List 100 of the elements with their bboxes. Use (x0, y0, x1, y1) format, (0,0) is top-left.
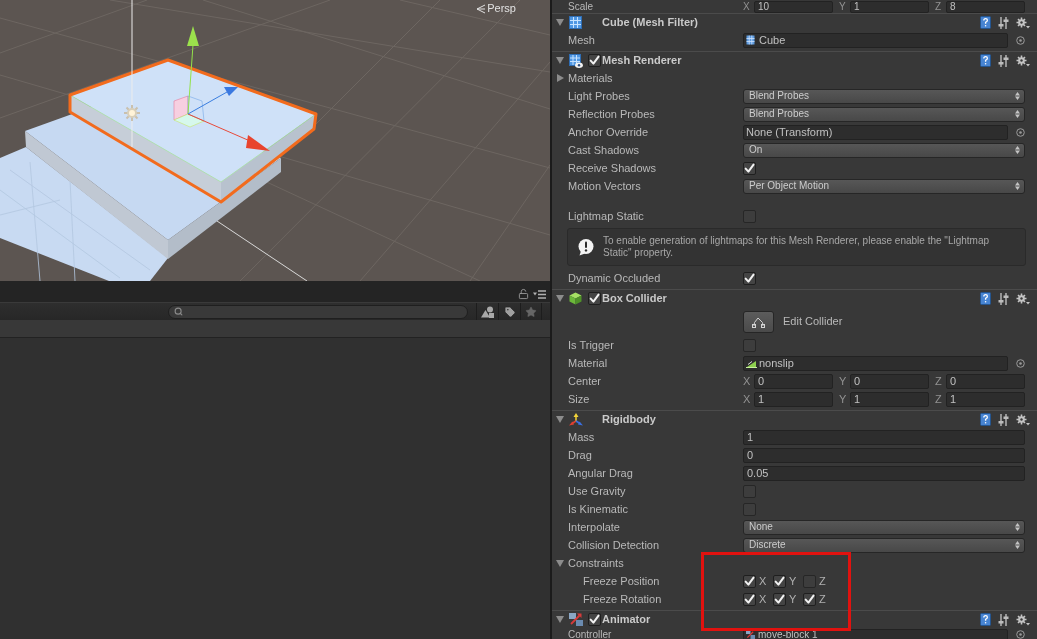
field-label: Collision Detection (568, 538, 661, 552)
plane-handle[interactable] (173, 95, 189, 121)
nodes-icon (746, 630, 755, 639)
caret-right-icon[interactable] (556, 74, 564, 82)
object-picker-icon[interactable] (1016, 127, 1025, 137)
axis-label: Y (789, 574, 797, 588)
updown-arrows-icon (1015, 146, 1020, 154)
gear-icon[interactable] (1016, 54, 1030, 67)
alert-bubble-icon (577, 238, 595, 256)
gear-icon[interactable] (1016, 16, 1030, 29)
axis-label: X (759, 592, 767, 606)
checkbox[interactable] (588, 292, 601, 305)
field-label: Interpolate (568, 520, 621, 534)
sliders-icon[interactable] (998, 16, 1009, 29)
sliders-icon[interactable] (998, 413, 1009, 426)
scene-view[interactable]: Persp (0, 0, 550, 281)
updown-arrows-icon (1015, 541, 1020, 549)
updown-arrows-icon (1015, 110, 1020, 118)
x-axis-arrow[interactable] (187, 113, 270, 151)
foldout-label[interactable]: Constraints (568, 556, 624, 570)
field-label: Light Probes (568, 89, 631, 103)
checkbox[interactable] (773, 592, 786, 606)
number-field[interactable]: 0 (754, 373, 833, 389)
axis-label: Z (935, 1, 943, 12)
checkbox[interactable] (743, 161, 756, 175)
component-title: Box Collider (602, 292, 667, 305)
star-icon[interactable] (525, 305, 537, 318)
sliders-icon[interactable] (998, 613, 1009, 626)
sliders-icon[interactable] (998, 54, 1009, 67)
checkbox[interactable] (588, 613, 601, 626)
object-picker-icon[interactable] (1016, 35, 1025, 45)
object-field[interactable]: Cube (743, 32, 1008, 48)
number-field[interactable]: 1 (754, 391, 833, 407)
shapes-icon[interactable] (481, 305, 494, 318)
padlock-icon[interactable] (518, 288, 529, 300)
axis-label: X (743, 392, 752, 406)
checkbox[interactable] (743, 271, 756, 285)
plane-handle[interactable] (187, 95, 205, 122)
caret-down-icon[interactable] (556, 295, 564, 302)
caret-down-icon[interactable] (556, 616, 564, 623)
dropdown[interactable]: Blend Probes (743, 106, 1025, 122)
caret-down-icon[interactable] (556, 19, 564, 26)
axis-label: X (759, 574, 767, 588)
dropdown[interactable]: Per Object Motion (743, 178, 1025, 194)
object-field[interactable]: nonslip (743, 355, 1008, 371)
floor-block[interactable] (0, 147, 168, 281)
field-label: Lightmap Static (568, 209, 645, 223)
checkbox[interactable] (743, 574, 756, 588)
search-field[interactable] (168, 304, 468, 319)
number-field[interactable]: 1 (946, 391, 1025, 407)
number-field[interactable]: 1 (743, 429, 1025, 445)
object-picker-icon[interactable] (1016, 630, 1025, 639)
number-field[interactable]: 0 (850, 373, 929, 389)
number-field[interactable]: 1 (850, 391, 929, 407)
checkbox[interactable] (773, 574, 786, 588)
axis-label: Z (935, 392, 943, 406)
edit-collider-label: Edit Collider (783, 315, 843, 328)
axis-label: Y (789, 592, 797, 606)
object-picker-icon[interactable] (1016, 358, 1025, 368)
number-field[interactable]: 10 (754, 0, 833, 13)
y-axis-arrow[interactable] (187, 26, 199, 115)
caret-down-icon[interactable] (556, 559, 564, 567)
caret-down-icon[interactable] (556, 57, 564, 64)
gear-icon[interactable] (1016, 292, 1030, 305)
help-book-icon[interactable] (980, 613, 991, 626)
number-field[interactable]: 0 (743, 447, 1025, 463)
tag-icon[interactable] (503, 305, 516, 318)
checkbox[interactable] (588, 54, 601, 67)
dropdown[interactable]: Discrete (743, 537, 1025, 553)
sliders-icon[interactable] (998, 292, 1009, 305)
panel-menu-icon[interactable] (533, 290, 546, 299)
checkbox[interactable] (743, 592, 756, 606)
number-field[interactable]: 8 (946, 0, 1025, 13)
grid-icon (569, 16, 582, 29)
camera-mode-label[interactable]: Persp (487, 2, 516, 15)
object-field[interactable]: None (Transform) (743, 124, 1008, 140)
dropdown[interactable]: None (743, 519, 1025, 535)
dropdown[interactable]: On (743, 142, 1025, 158)
help-book-icon[interactable] (980, 292, 991, 305)
axis-label: Z (935, 374, 943, 388)
perspective-icon (476, 3, 486, 14)
checkbox[interactable] (803, 592, 816, 606)
caret-down-icon[interactable] (556, 416, 564, 423)
help-book-icon[interactable] (980, 16, 991, 29)
foldout-label[interactable]: Materials (568, 71, 613, 85)
number-field[interactable]: 0.05 (743, 465, 1025, 481)
number-field[interactable]: 0 (946, 373, 1025, 389)
help-book-icon[interactable] (980, 413, 991, 426)
updown-arrows-icon (1015, 523, 1020, 531)
number-field[interactable]: 1 (850, 0, 929, 13)
field-label: Motion Vectors (568, 179, 642, 193)
gear-icon[interactable] (1016, 613, 1030, 626)
field-label: Cast Shadows (568, 143, 640, 157)
help-book-icon[interactable] (980, 54, 991, 67)
gear-icon[interactable] (1016, 413, 1030, 426)
dropdown[interactable]: Blend Probes (743, 88, 1025, 104)
edit-collider-button[interactable] (743, 311, 774, 333)
slope-icon (746, 358, 757, 368)
z-axis-arrow[interactable] (187, 87, 238, 115)
field-label: Mass (568, 430, 596, 444)
